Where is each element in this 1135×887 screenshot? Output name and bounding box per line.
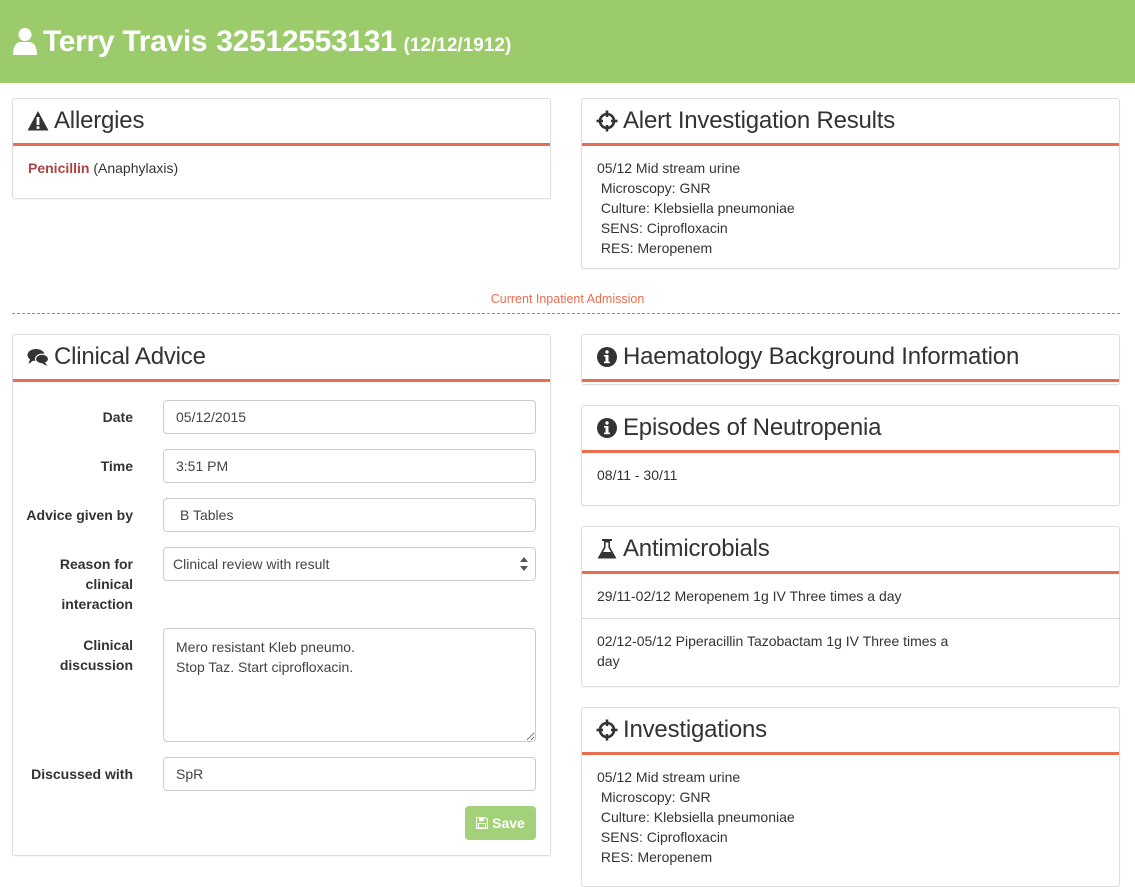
result-line: RES: Meropenem [597,240,713,256]
haematology-title: Haematology Background Information [623,343,1020,370]
crosshairs-icon [596,110,618,132]
reason-selected-value: Clinical review with result [173,556,330,572]
time-label: Time [100,458,133,474]
discussion-label-line: Clinical [83,637,133,653]
investigations-title: Investigations [623,716,767,743]
reason-label-line: interaction [61,596,133,612]
investigations-heading: Investigations [582,708,1119,755]
clinical-advice-panel: Clinical Advice Date Time Advice given b… [12,334,551,856]
date-input[interactable] [163,400,536,434]
patient-dob: (12/12/1912) [403,34,512,56]
investigation-line: SENS: Ciprofloxacin [597,829,728,845]
neutropenia-episode: 08/11 - 30/11 [597,467,678,483]
allergies-panel: Allergies Penicillin (Anaphylaxis) [12,98,551,199]
discussion-textarea[interactable]: Mero resistant Kleb pneumo. Stop Taz. St… [163,628,536,742]
alert-results-heading: Alert Investigation Results [582,99,1119,146]
admission-divider-label: Current Inpatient Admission [490,292,645,306]
result-line: Microscopy: GNR [597,180,711,196]
patient-id: 32512553131 [216,24,397,58]
save-button[interactable]: Save [465,806,536,840]
neutropenia-body: 08/11 - 30/11 [582,453,1119,497]
neutropenia-panel: Episodes of Neutropenia 08/11 - 30/11 [581,405,1120,506]
investigation-line: 05/12 Mid stream urine [597,769,741,785]
reason-select[interactable]: Clinical review with result [163,547,536,581]
antimicrobial-item[interactable]: 02/12-05/12 Piperacillin Tazobactam 1g I… [582,618,1119,683]
reason-label: Reason for clinical interaction [13,554,133,614]
antimicrobial-text-cont: day [597,653,620,669]
admission-divider [12,313,1120,314]
result-line: 05/12 Mid stream urine [597,160,741,176]
clinical-advice-title: Clinical Advice [54,343,206,370]
alert-results-body: 05/12 Mid stream urine Microscopy: GNR C… [582,146,1119,270]
allergies-body: Penicillin (Anaphylaxis) [13,146,550,190]
user-icon [13,27,37,55]
investigation-line: RES: Meropenem [597,849,713,865]
antimicrobial-text: 02/12-05/12 Piperacillin Tazobactam 1g I… [597,633,949,649]
investigation-line: Microscopy: GNR [597,789,711,805]
result-line: SENS: Ciprofloxacin [597,220,728,236]
reason-label-line: Reason for [59,556,133,572]
crosshairs-icon [596,719,618,741]
alert-results-title: Alert Investigation Results [623,107,896,134]
clinical-advice-heading: Clinical Advice [13,335,550,382]
time-input[interactable] [163,449,536,483]
advice-given-by-label: Advice given by [26,507,133,523]
antimicrobials-heading: Antimicrobials [582,527,1119,574]
patient-header: Terry Travis 32512553131 (12/12/1912) [0,0,1135,83]
discussed-with-label: Discussed with [31,766,133,782]
date-label: Date [102,409,133,425]
select-arrows-icon [520,557,528,571]
warning-icon [27,111,49,131]
discussion-label-line: discussion [59,657,133,673]
allergies-title: Allergies [54,107,145,134]
flask-icon [597,539,617,559]
alert-results-panel: Alert Investigation Results 05/12 Mid st… [581,98,1120,269]
save-button-label: Save [492,815,525,831]
neutropenia-title: Episodes of Neutropenia [623,414,882,441]
investigation-line: Culture: Klebsiella pneumoniae [597,809,795,825]
allergies-heading: Allergies [13,99,550,146]
patient-name: Terry Travis [43,24,208,58]
comments-icon [27,349,49,366]
investigations-panel: Investigations 05/12 Mid stream urine Mi… [581,707,1120,887]
antimicrobial-item[interactable]: 29/11-02/12 Meropenem 1g IV Three times … [582,574,1119,618]
haematology-heading: Haematology Background Information [582,335,1119,382]
result-line: Culture: Klebsiella pneumoniae [597,200,795,216]
info-circle-icon [597,418,617,438]
antimicrobials-title: Antimicrobials [623,535,770,562]
info-circle-icon [597,347,617,367]
antimicrobial-text: 29/11-02/12 Meropenem 1g IV Three times … [597,588,902,604]
investigations-body: 05/12 Mid stream urine Microscopy: GNR C… [582,755,1119,879]
advice-given-by-input[interactable] [163,498,536,532]
allergy-reaction: (Anaphylaxis) [93,160,179,176]
discussion-label: Clinical discussion [13,635,133,675]
antimicrobials-panel: Antimicrobials 29/11-02/12 Meropenem 1g … [581,526,1120,687]
neutropenia-heading: Episodes of Neutropenia [582,406,1119,453]
haematology-panel[interactable]: Haematology Background Information [581,334,1120,385]
allergy-substance[interactable]: Penicillin [28,160,89,176]
floppy-icon [476,817,489,829]
reason-label-line: clinical [85,576,133,592]
discussed-with-input[interactable] [163,757,536,791]
